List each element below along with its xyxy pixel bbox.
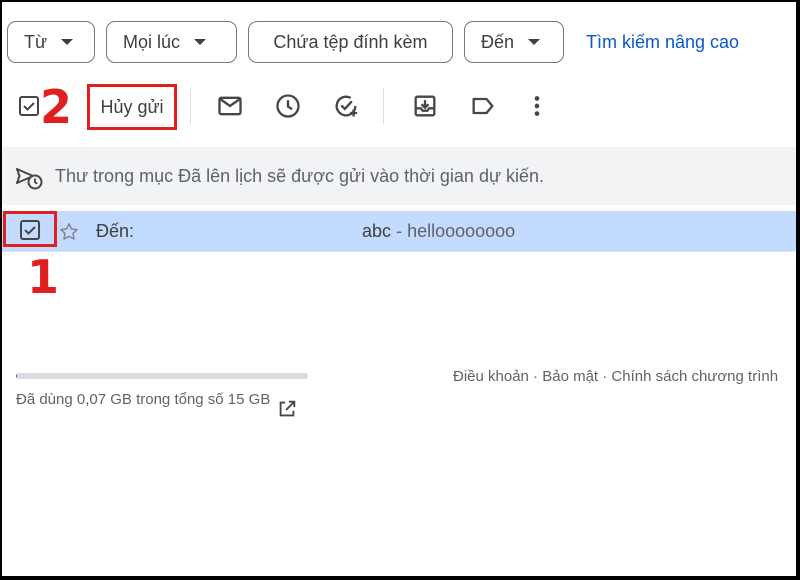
row-subject: abc [362, 221, 392, 241]
attachment-filter-label: Chứa tệp đính kèm [273, 31, 428, 52]
step-2-marker: 2 [40, 80, 73, 134]
advanced-search-link[interactable]: Tìm kiếm nâng cao [586, 32, 739, 53]
labels-button[interactable] [469, 92, 497, 120]
from-filter-chip[interactable]: Từ [7, 21, 95, 63]
star-button[interactable] [58, 221, 80, 243]
archive-icon [414, 95, 436, 117]
row-recipient-label: Đến: [96, 221, 135, 241]
manage-storage-button[interactable] [276, 398, 298, 420]
clock-icon [276, 94, 300, 118]
toolbar-divider [190, 88, 191, 124]
footer-links[interactable]: Điều khoản · Bảo mật · Chính sách chương… [453, 368, 778, 385]
attachment-filter-chip[interactable]: Chứa tệp đính kèm [248, 21, 453, 63]
cancel-send-button[interactable]: Hủy gửi [87, 84, 177, 130]
from-filter-label: Từ [24, 31, 48, 52]
banner-text: Thư trong mục Đã lên lịch sẽ được gửi và… [55, 165, 545, 186]
row-checkbox[interactable] [18, 218, 42, 242]
storage-usage-fill [16, 373, 18, 379]
row-subject-snippet: abc - helloooooooo [362, 221, 515, 242]
external-link-icon [279, 400, 296, 417]
star-icon [60, 223, 78, 240]
more-options-button[interactable] [523, 92, 551, 120]
add-task-icon [335, 95, 358, 117]
row-snippet: helloooooooo [407, 221, 516, 241]
to-filter-chip[interactable]: Đến [464, 21, 564, 63]
toolbar-divider [383, 88, 384, 124]
add-to-tasks-button[interactable] [332, 92, 360, 120]
mark-as-unread-button[interactable] [216, 92, 244, 120]
select-all-checkbox[interactable] [17, 94, 41, 118]
mail-icon [218, 96, 242, 116]
chevron-down-icon [528, 39, 541, 45]
chevron-down-icon [61, 39, 74, 45]
time-filter-chip[interactable]: Mọi lúc [106, 21, 237, 63]
checkbox-icon [20, 220, 40, 240]
row-separator: - [396, 221, 403, 241]
storage-usage-bar [16, 373, 308, 379]
scheduled-info-banner: Thư trong mục Đã lên lịch sẽ được gửi và… [2, 147, 796, 205]
snooze-button[interactable] [274, 92, 302, 120]
scheduled-send-icon [14, 162, 44, 192]
time-filter-label: Mọi lúc [123, 31, 181, 52]
more-vert-icon [534, 96, 540, 116]
step-1-marker: 1 [27, 250, 60, 304]
to-filter-label: Đến [481, 31, 515, 52]
storage-usage-text: Đã dùng 0,07 GB trong tổng số 15 GB [16, 391, 271, 408]
cancel-send-label: Hủy gửi [100, 96, 164, 117]
label-icon [472, 97, 494, 115]
chevron-down-icon [194, 39, 207, 45]
mail-view: Từ Mọi lúc Chứa tệp đính kèm Đến Tìm kiế… [2, 2, 796, 576]
checkbox-icon [19, 96, 39, 116]
move-to-button[interactable] [411, 92, 439, 120]
